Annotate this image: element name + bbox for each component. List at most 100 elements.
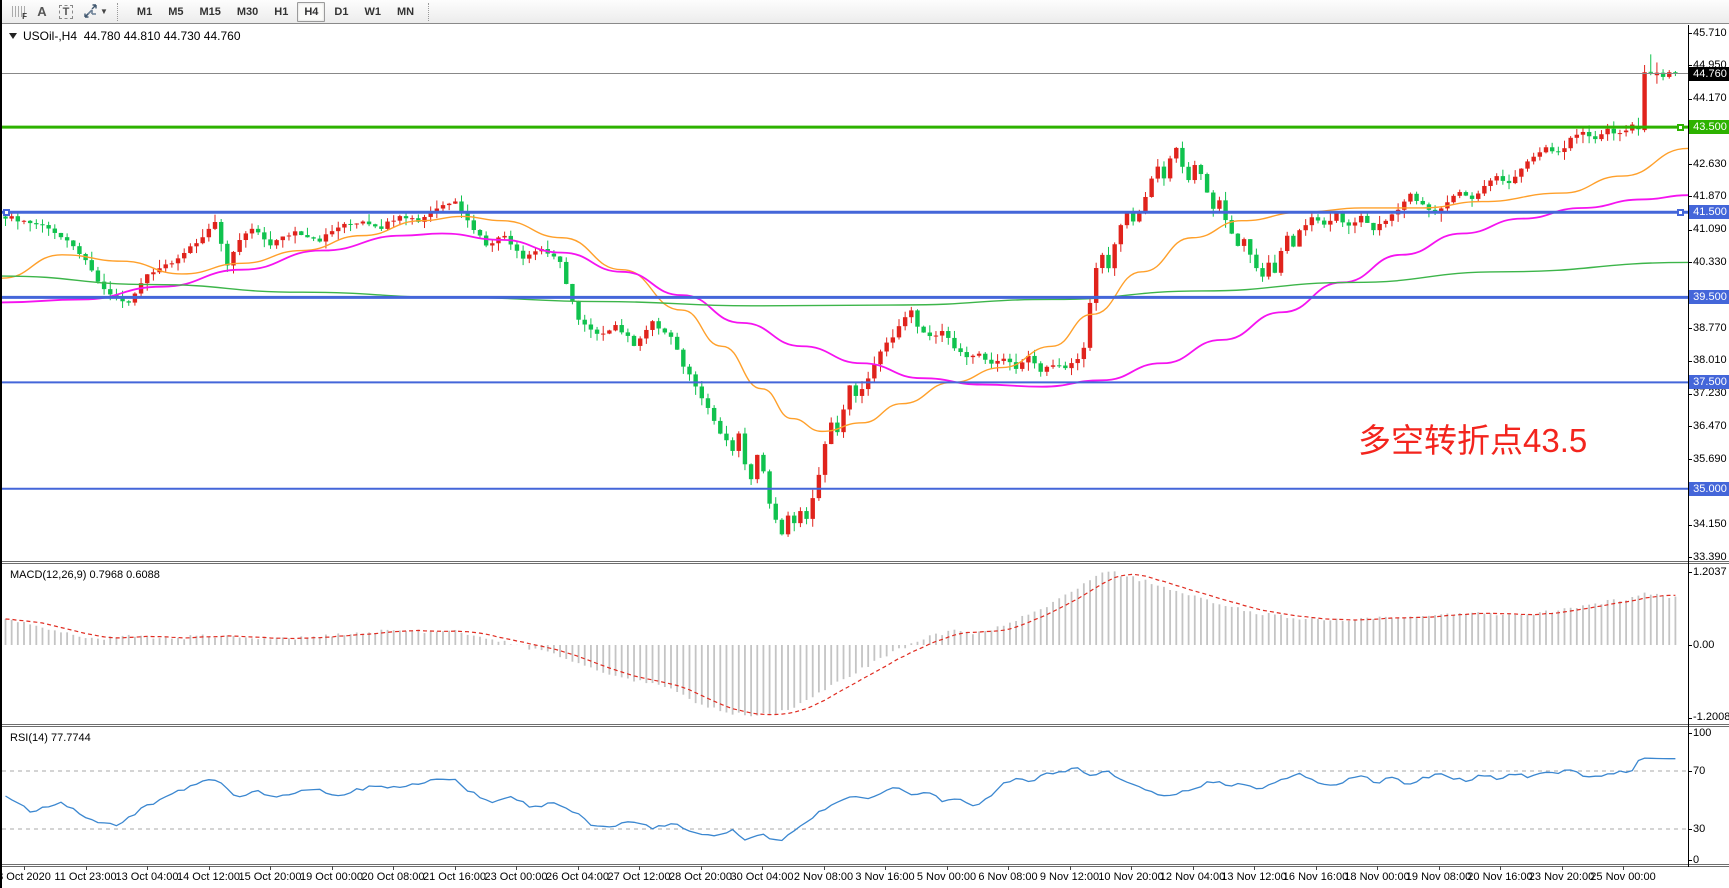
grid-f-icon[interactable]: F (6, 2, 30, 22)
tf-button-M15[interactable]: M15 (192, 2, 227, 22)
price-chart-canvas[interactable] (2, 25, 1688, 562)
time-tickmark (1131, 866, 1132, 870)
price-tickmark (1689, 328, 1692, 329)
pane-separator (2, 866, 1729, 867)
price-tick-label: 44.170 (1693, 92, 1727, 104)
rsi-label: RSI(14) 77.7744 (10, 732, 91, 744)
time-tick-label: 2 Nov 08:00 (794, 871, 853, 883)
text-box-icon[interactable]: T (54, 2, 78, 22)
time-tickmark (701, 866, 702, 870)
time-tick-label: 8 Oct 2020 (0, 871, 51, 883)
price-tick-label: 42.630 (1693, 158, 1727, 170)
time-tickmark (1439, 866, 1440, 870)
price-tickmark (1689, 361, 1692, 362)
price-tickmark (1689, 262, 1692, 263)
timeframe-toolbar: M1M5M15M30H1H4D1W1MN (129, 2, 422, 22)
hline-marker (1677, 124, 1684, 131)
time-tick-label: 23 Nov 20:00 (1529, 871, 1594, 883)
macd-tickmark (1689, 572, 1692, 573)
price-level-badge-37.500: 37.500 (1689, 375, 1729, 389)
rsi-tick-label: 0 (1693, 854, 1699, 866)
time-tick-label: 16 Nov 16:00 (1283, 871, 1348, 883)
time-tick-label: 5 Nov 00:00 (917, 871, 976, 883)
time-tickmark (578, 866, 579, 870)
time-tick-label: 28 Oct 20:00 (669, 871, 732, 883)
time-tickmark (1193, 866, 1194, 870)
time-tickmark (1008, 866, 1009, 870)
price-tick-label: 38.010 (1693, 354, 1727, 366)
time-tick-label: 26 Oct 04:00 (546, 871, 609, 883)
rsi-line (6, 758, 1676, 840)
toolbar: F A T ▼ M1M5M15M30H1H4D1W1MN (2, 0, 1729, 24)
price-tick-label: 35.690 (1693, 453, 1727, 465)
price-tickmark (1689, 99, 1692, 100)
annotation-text[interactable]: 多空转折点43.5 (1358, 414, 1587, 462)
time-tick-label: 27 Oct 12:00 (608, 871, 671, 883)
tf-button-D1[interactable]: D1 (327, 2, 355, 22)
price-tickmark (1689, 164, 1692, 165)
chart-dropdown-triangle-icon[interactable] (9, 33, 17, 39)
hline-marker (3, 209, 10, 216)
time-tick-label: 21 Oct 16:00 (423, 871, 486, 883)
time-tick-label: 20 Oct 08:00 (362, 871, 425, 883)
ma-line-fast (2, 148, 1688, 431)
price-tick-label: 33.390 (1693, 551, 1727, 563)
rsi-tick-label: 70 (1693, 765, 1705, 777)
time-tickmark (332, 866, 333, 870)
price-tickmark (1689, 557, 1692, 558)
macd-signal-line (6, 574, 1676, 714)
mt4-terminal-window: F A T ▼ M1M5M15M30H1H4D1W1MN USOil-,H4 4… (0, 0, 1729, 888)
grid-f-glyph: F (22, 12, 27, 21)
time-tickmark (516, 866, 517, 870)
pane-separator[interactable] (2, 561, 1729, 562)
tf-button-M5[interactable]: M5 (161, 2, 190, 22)
tf-button-MN[interactable]: MN (390, 2, 421, 22)
time-tick-label: 12 Nov 04:00 (1160, 871, 1225, 883)
tf-button-M1[interactable]: M1 (130, 2, 159, 22)
price-tickmark (1689, 196, 1692, 197)
time-tick-label: 19 Oct 00:00 (300, 871, 363, 883)
tf-button-H4[interactable]: H4 (297, 2, 325, 22)
time-tickmark (885, 866, 886, 870)
time-tick-label: 25 Nov 00:00 (1590, 871, 1655, 883)
time-tick-label: 6 Nov 08:00 (978, 871, 1037, 883)
text-label-icon[interactable]: A (30, 2, 54, 22)
time-tick-label: 18 Nov 00:00 (1344, 871, 1409, 883)
macd-chart-canvas[interactable] (2, 564, 1688, 724)
rsi-tickmark (1689, 733, 1692, 734)
rsi-chart-canvas[interactable] (2, 727, 1688, 864)
time-tickmark (270, 866, 271, 870)
tf-button-W1[interactable]: W1 (357, 2, 388, 22)
tf-button-H1[interactable]: H1 (267, 2, 295, 22)
time-tickmark (1254, 866, 1255, 870)
macd-tick-label: 1.2037 (1693, 566, 1727, 578)
tf-button-M30[interactable]: M30 (230, 2, 265, 22)
hline-marker (1677, 209, 1684, 216)
time-tickmark (1623, 866, 1624, 870)
macd-tick-label: -1.2008 (1693, 711, 1729, 723)
time-tickmark (824, 866, 825, 870)
price-tick-label: 41.090 (1693, 223, 1727, 235)
chart-title: USOil-,H4 44.780 44.810 44.730 44.760 (9, 29, 241, 43)
ohlc-values: 44.780 44.810 44.730 44.760 (84, 29, 241, 43)
pane-separator[interactable] (2, 724, 1729, 725)
price-tick-label: 38.770 (1693, 322, 1727, 334)
time-tickmark (455, 866, 456, 870)
price-tickmark (1689, 426, 1692, 427)
arrows-style-icon[interactable] (78, 2, 102, 22)
time-tick-label: 13 Nov 12:00 (1221, 871, 1286, 883)
price-level-badge-41.500: 41.500 (1689, 205, 1729, 219)
time-tick-label: 15 Oct 20:00 (239, 871, 302, 883)
time-tickmark (147, 866, 148, 870)
price-tick-label: 36.470 (1693, 420, 1727, 432)
time-tickmark (639, 866, 640, 870)
time-tickmark (1500, 866, 1501, 870)
rsi-tickmark (1689, 771, 1692, 772)
time-tickmark (1070, 866, 1071, 870)
macd-label: MACD(12,26,9) 0.7968 0.6088 (10, 569, 160, 581)
rsi-tickmark (1689, 860, 1692, 861)
price-level-badge-43.500: 43.500 (1689, 120, 1729, 134)
pane-separator (2, 864, 1729, 865)
price-tick-label: 45.710 (1693, 27, 1727, 39)
rsi-tick-label: 30 (1693, 823, 1705, 835)
